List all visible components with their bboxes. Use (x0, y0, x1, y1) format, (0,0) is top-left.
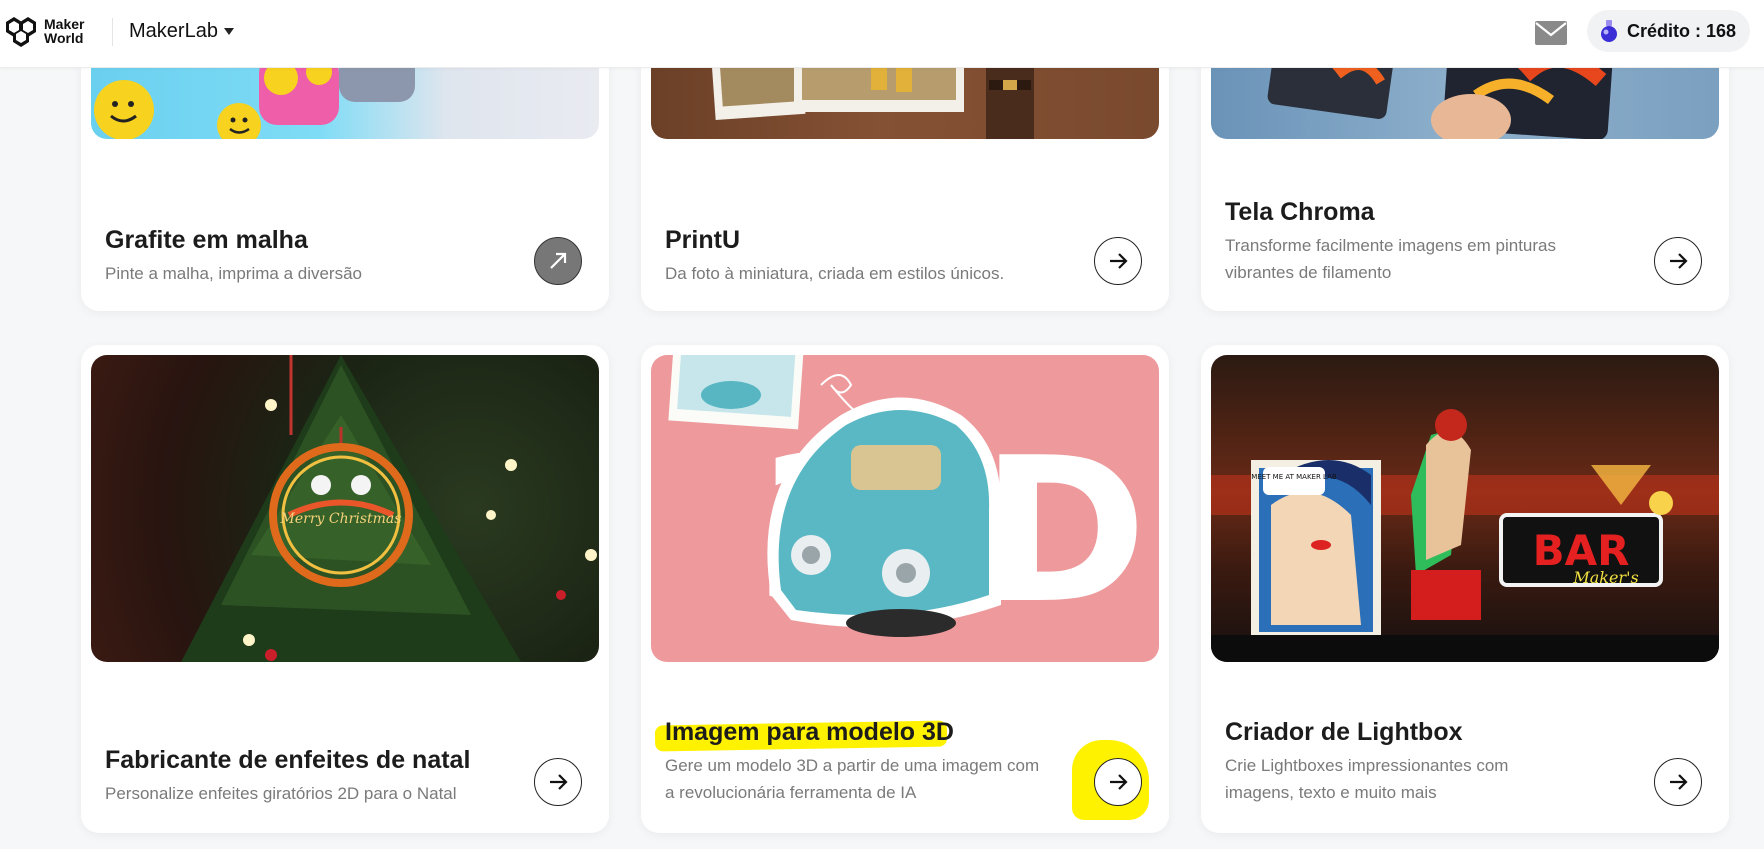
makerlab-label: MakerLab (129, 19, 218, 42)
credit-badge[interactable]: Crédito : 168 (1587, 10, 1751, 52)
open-image-to-3d-button[interactable] (1094, 758, 1142, 806)
arrow-right-icon (1670, 253, 1688, 269)
card-description: Pinte a malha, imprima a diversão (105, 264, 363, 283)
card-description: Personalize enfeites giratórios 2D para … (105, 784, 457, 803)
arrow-right-icon (550, 774, 568, 790)
arrow-right-icon (1670, 774, 1688, 790)
lightbox-maker-thumbnail: MEET ME AT MAKER LAB BAR Maker's (1211, 355, 1719, 662)
card-title: Imagem para modelo 3D (665, 718, 954, 746)
card-description: Da foto à miniatura, criada em estilos ú… (665, 264, 1005, 283)
card-title: Criador de Lightbox (1225, 718, 1463, 746)
image-to-3d-thumbnail: 3 D (651, 355, 1159, 662)
open-christmas-ornament-button[interactable] (534, 758, 582, 806)
caret-down-icon (223, 27, 234, 35)
arrow-right-icon (550, 252, 567, 269)
open-printu-button[interactable] (1094, 237, 1142, 285)
card-title: PrintU (665, 226, 740, 254)
big-d-text: D (981, 415, 1147, 648)
makerworld-logo[interactable]: Maker World (4, 14, 84, 48)
tool-card-image-to-3d[interactable]: 3 D Imagem para modelo 3D Gere um modelo… (641, 345, 1169, 833)
card-title: Fabricante de enfeites de natal (105, 746, 471, 774)
potion-icon (1601, 20, 1617, 42)
ornament-text: Merry Christmas (280, 511, 402, 527)
tool-card-christmas-ornament[interactable]: Merry Christmas Fabricante de enfeites d… (81, 345, 609, 833)
logo-line-2: World (44, 30, 84, 46)
mail-icon[interactable] (1534, 20, 1568, 46)
card-description: Gere um modelo 3D a partir de uma imagem… (665, 756, 1040, 802)
makerworld-logo-icon (6, 17, 36, 47)
tool-card-lightbox-maker[interactable]: MEET ME AT MAKER LAB BAR Maker's Criador… (1201, 345, 1729, 833)
christmas-ornament-thumbnail: Merry Christmas (91, 355, 599, 662)
arrow-right-icon (1110, 253, 1128, 269)
card-description: Crie Lightboxes impressionantes com imag… (1225, 756, 1509, 802)
makerlab-menu[interactable]: MakerLab (121, 14, 242, 48)
header-divider (112, 18, 113, 46)
card-title: Grafite em malha (105, 226, 308, 254)
open-lightbox-maker-button[interactable] (1654, 758, 1702, 806)
credit-label: Crédito : 168 (1627, 20, 1737, 41)
arrow-right-icon (1110, 774, 1128, 790)
lightbox-script-text: Maker's (1572, 568, 1638, 587)
card-description: Transforme facilmente imagens em pintura… (1225, 236, 1557, 282)
top-bar: Maker World MakerLab Crédito : 168 (0, 0, 1764, 68)
open-chroma-canvas-button[interactable] (1654, 237, 1702, 285)
open-mesh-graffiti-button[interactable] (534, 237, 582, 285)
logo-line-1: Maker (44, 16, 85, 32)
card-title: Tela Chroma (1225, 198, 1375, 226)
comic-bubble-text: MEET ME AT MAKER LAB (1251, 473, 1337, 481)
